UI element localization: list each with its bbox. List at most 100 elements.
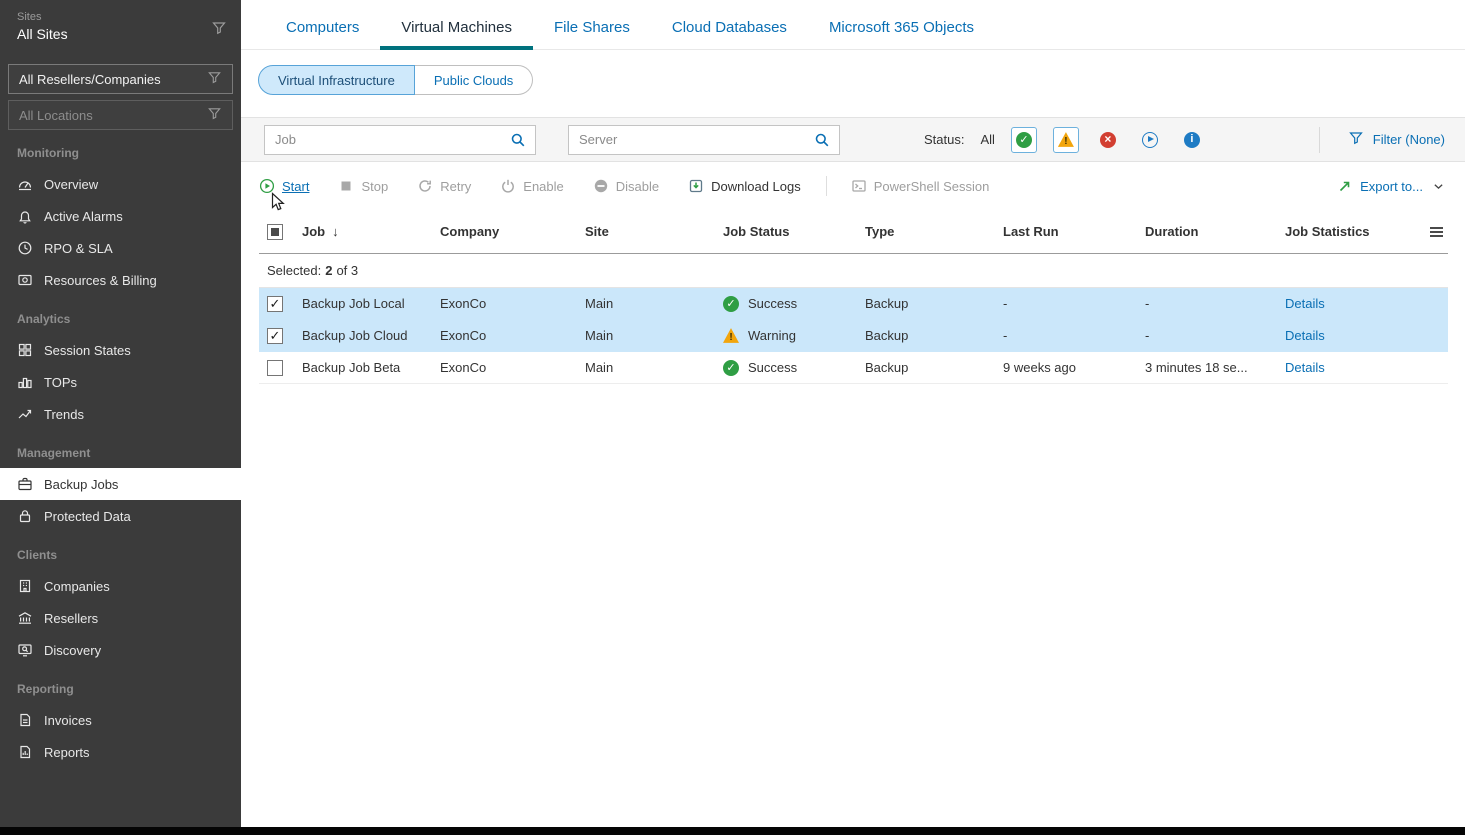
power-icon bbox=[500, 178, 516, 194]
column-header-job-statistics[interactable]: Job Statistics bbox=[1285, 224, 1370, 239]
column-header-job-status[interactable]: Job Status bbox=[723, 224, 865, 239]
filter-icon bbox=[1348, 130, 1364, 149]
row-checkbox[interactable] bbox=[267, 296, 283, 312]
select-all-checkbox[interactable] bbox=[267, 224, 283, 240]
row-checkbox[interactable] bbox=[267, 328, 283, 344]
retry-button[interactable]: Retry bbox=[417, 178, 471, 194]
start-button[interactable]: Start bbox=[259, 178, 309, 194]
success-icon bbox=[723, 296, 739, 312]
sidebar-item-tops[interactable]: TOPs bbox=[0, 366, 241, 398]
status-success-toggle[interactable] bbox=[1011, 127, 1037, 153]
running-icon bbox=[1142, 132, 1158, 148]
duration-cell: - bbox=[1145, 328, 1285, 343]
powershell-session-button[interactable]: PowerShell Session bbox=[851, 178, 990, 194]
sidebar-item-label: Resellers bbox=[44, 611, 98, 626]
column-header-duration[interactable]: Duration bbox=[1145, 224, 1285, 239]
details-link[interactable]: Details bbox=[1285, 360, 1325, 375]
sort-descending-icon: ↓ bbox=[332, 224, 339, 239]
bank-icon bbox=[17, 610, 33, 626]
clock-icon bbox=[17, 240, 33, 256]
type-cell: Backup bbox=[865, 296, 1003, 311]
company-cell: ExonCo bbox=[440, 296, 585, 311]
invoice-icon bbox=[17, 712, 33, 728]
stop-button[interactable]: Stop bbox=[338, 178, 388, 194]
sidebar-item-active-alarms[interactable]: Active Alarms bbox=[0, 200, 241, 232]
column-options-icon[interactable] bbox=[1427, 224, 1446, 240]
sidebar-item-label: Session States bbox=[44, 343, 131, 358]
row-checkbox[interactable] bbox=[267, 360, 283, 376]
enable-button[interactable]: Enable bbox=[500, 178, 563, 194]
status-label: Status: bbox=[924, 132, 964, 147]
details-link[interactable]: Details bbox=[1285, 296, 1325, 311]
tab-computers[interactable]: Computers bbox=[265, 19, 380, 49]
job-name: Backup Job Cloud bbox=[302, 328, 440, 343]
sidebar-item-discovery[interactable]: Discovery bbox=[0, 634, 241, 666]
tab-cloud-databases[interactable]: Cloud Databases bbox=[651, 19, 808, 49]
sidebar-item-overview[interactable]: Overview bbox=[0, 168, 241, 200]
sidebar-item-companies[interactable]: Companies bbox=[0, 570, 241, 602]
sidebar-item-trends[interactable]: Trends bbox=[0, 398, 241, 430]
duration-cell: 3 minutes 18 se... bbox=[1145, 360, 1285, 375]
sidebar-item-protected-data[interactable]: Protected Data bbox=[0, 500, 241, 532]
sidebar-item-invoices[interactable]: Invoices bbox=[0, 704, 241, 736]
resellers-filter-select[interactable]: All Resellers/Companies bbox=[8, 64, 233, 94]
subtab-public-clouds[interactable]: Public Clouds bbox=[415, 65, 534, 95]
sidebar-item-reports[interactable]: Reports bbox=[0, 736, 241, 768]
disable-button[interactable]: Disable bbox=[593, 178, 659, 194]
job-name: Backup Job Beta bbox=[302, 360, 440, 375]
column-header-site[interactable]: Site bbox=[585, 224, 723, 239]
sidebar-item-resellers[interactable]: Resellers bbox=[0, 602, 241, 634]
filter-icon[interactable] bbox=[211, 20, 227, 39]
briefcase-icon bbox=[17, 476, 33, 492]
job-name: Backup Job Local bbox=[302, 296, 440, 311]
status-info-toggle[interactable] bbox=[1179, 127, 1205, 153]
filter-none-button[interactable]: Filter (None) bbox=[1348, 130, 1445, 149]
tab-file-shares[interactable]: File Shares bbox=[533, 19, 651, 49]
play-circle-icon bbox=[259, 178, 275, 194]
job-status-text: Success bbox=[748, 296, 797, 311]
sidebar-item-rpo-sla[interactable]: RPO & SLA bbox=[0, 232, 241, 264]
column-header-job[interactable]: Job↓ bbox=[302, 224, 440, 239]
last-run-cell: - bbox=[1003, 328, 1145, 343]
download-logs-button[interactable]: Download Logs bbox=[688, 178, 801, 194]
tab-virtual-machines[interactable]: Virtual Machines bbox=[380, 19, 533, 49]
server-search-input[interactable] bbox=[569, 132, 805, 147]
status-all-toggle[interactable]: All bbox=[980, 132, 994, 147]
app-window: Sites All Sites All Resellers/Companies … bbox=[0, 0, 1465, 827]
search-icon[interactable] bbox=[805, 132, 839, 148]
status-running-toggle[interactable] bbox=[1137, 127, 1163, 153]
error-icon bbox=[1100, 132, 1116, 148]
tab-microsoft-365-objects[interactable]: Microsoft 365 Objects bbox=[808, 19, 995, 49]
subtab-virtual-infrastructure[interactable]: Virtual Infrastructure bbox=[258, 65, 415, 95]
column-header-last-run[interactable]: Last Run bbox=[1003, 224, 1145, 239]
column-header-type[interactable]: Type bbox=[865, 224, 1003, 239]
sidebar-section-analytics: Analytics bbox=[0, 296, 241, 334]
type-cell: Backup bbox=[865, 360, 1003, 375]
sites-value: All Sites bbox=[17, 26, 227, 42]
report-icon bbox=[17, 744, 33, 760]
export-to-button[interactable]: Export to... bbox=[1337, 178, 1445, 194]
sidebar-item-label: Invoices bbox=[44, 713, 92, 728]
job-status-cell: Warning bbox=[723, 328, 865, 344]
last-run-cell: 9 weeks ago bbox=[1003, 360, 1145, 375]
sidebar-item-backup-jobs[interactable]: Backup Jobs bbox=[0, 468, 241, 500]
sidebar-item-session-states[interactable]: Session States bbox=[0, 334, 241, 366]
table-row[interactable]: Backup Job Cloud ExonCo Main Warning Bac… bbox=[259, 320, 1448, 352]
export-arrow-icon bbox=[1337, 178, 1353, 194]
status-warning-toggle[interactable] bbox=[1053, 127, 1079, 153]
job-search-input[interactable] bbox=[265, 132, 501, 147]
status-error-toggle[interactable] bbox=[1095, 127, 1121, 153]
job-status-cell: Success bbox=[723, 296, 865, 312]
sidebar-item-label: Protected Data bbox=[44, 509, 131, 524]
site-cell: Main bbox=[585, 360, 723, 375]
column-header-company[interactable]: Company bbox=[440, 224, 585, 239]
success-icon bbox=[723, 360, 739, 376]
company-cell: ExonCo bbox=[440, 360, 585, 375]
search-icon[interactable] bbox=[501, 132, 535, 148]
table-row[interactable]: Backup Job Beta ExonCo Main Success Back… bbox=[259, 352, 1448, 384]
sites-scope-selector[interactable]: Sites All Sites bbox=[0, 0, 241, 52]
sidebar-item-resources-billing[interactable]: Resources & Billing bbox=[0, 264, 241, 296]
details-link[interactable]: Details bbox=[1285, 328, 1325, 343]
sidebar-item-label: Backup Jobs bbox=[44, 477, 118, 492]
table-row[interactable]: Backup Job Local ExonCo Main Success Bac… bbox=[259, 288, 1448, 320]
